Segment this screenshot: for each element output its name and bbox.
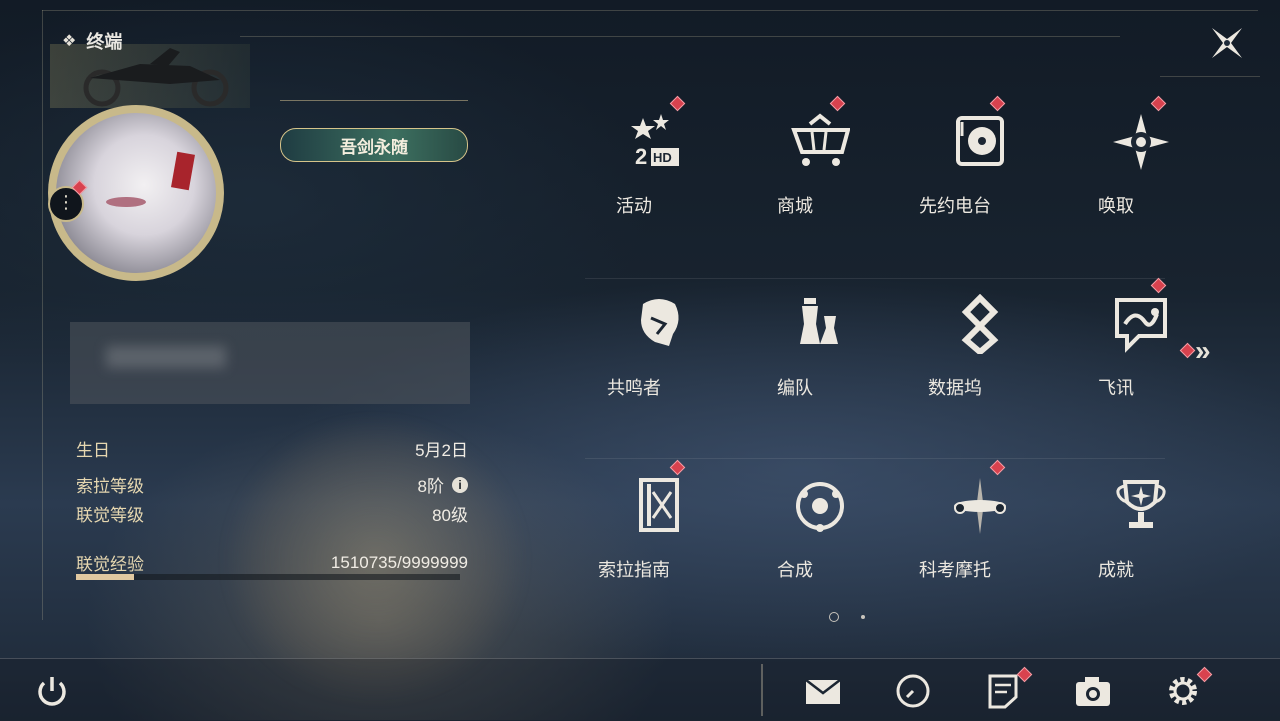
synthesis-icon: [796, 482, 844, 532]
union-exp-bar-fill: [76, 574, 134, 580]
menu-resonators[interactable]: 共鸣者: [584, 274, 734, 424]
activity-icon: 2 HD: [631, 114, 679, 169]
pager-dot-active[interactable]: [829, 612, 839, 622]
record-player-icon: [956, 116, 1004, 166]
mail-icon[interactable]: [803, 671, 843, 711]
title-badge-label: 吾剑永随: [340, 137, 408, 157]
frame-left: [42, 10, 43, 620]
menu-exploration-bike[interactable]: 科考摩托: [905, 456, 1055, 606]
frame-inner-top: [240, 36, 1120, 37]
union-level-row: 联觉等级 80级: [76, 501, 468, 526]
menu-guidebook[interactable]: 索拉指南: [584, 456, 734, 606]
menu-label: 飞讯: [1098, 378, 1134, 398]
title-badge[interactable]: 吾剑永随: [280, 128, 468, 162]
union-level-label: 联觉等级: [76, 506, 144, 525]
union-level-value: 80级: [432, 506, 468, 525]
page-title: 终端: [86, 32, 123, 52]
menu-team[interactable]: 编队: [745, 274, 895, 424]
camera-icon[interactable]: [1073, 671, 1113, 711]
sola-level-label: 索拉等级: [76, 477, 144, 496]
menu-data-bank[interactable]: 数据坞: [905, 274, 1055, 424]
menu-label: 科考摩托: [919, 560, 991, 580]
menu-label: 数据坞: [928, 378, 982, 398]
power-icon[interactable]: [32, 671, 72, 711]
menu-label: 编队: [777, 378, 813, 398]
convene-compass-icon: [1113, 114, 1169, 170]
menu-label: 商城: [777, 196, 813, 216]
chess-pieces-icon: [800, 298, 838, 344]
next-page-arrow-icon[interactable]: »: [1195, 335, 1210, 367]
guidebook-icon: [639, 478, 679, 532]
svg-text:2: 2: [635, 144, 647, 169]
signature-placeholder: [106, 346, 226, 368]
close-icon[interactable]: [1208, 24, 1246, 62]
signature-box[interactable]: [70, 322, 470, 404]
menu-activities[interactable]: 2 HD 活动: [584, 92, 734, 242]
menu-shop[interactable]: 商城: [745, 92, 895, 242]
pager-dot[interactable]: [861, 615, 865, 619]
menu-convene[interactable]: 唤取: [1066, 92, 1216, 242]
bottom-separator: [761, 664, 763, 716]
trophy-icon: [1116, 480, 1166, 528]
menu-synthesis[interactable]: 合成: [745, 456, 895, 606]
data-bank-icon: [961, 294, 999, 354]
chat-bubble-icon: [1115, 298, 1167, 353]
birthday-value: 5月2日: [415, 441, 468, 460]
notes-icon[interactable]: [983, 671, 1023, 711]
menu-radio[interactable]: 先约电台: [905, 92, 1055, 242]
sola-level-row: 索拉等级 8阶 i: [76, 472, 468, 497]
motorbike-icon: [954, 478, 1006, 534]
menu-label: 先约电台: [919, 196, 991, 216]
union-exp-bar: [76, 574, 460, 580]
union-exp-label: 联觉经验: [76, 555, 144, 574]
birthday-row: 生日 5月2日: [76, 436, 468, 461]
menu-achievements[interactable]: 成就: [1066, 456, 1216, 606]
birthday-label: 生日: [76, 441, 110, 460]
page-header: ❖ 终端: [62, 28, 122, 54]
union-exp-row: 联觉经验 1510735/9999999: [76, 550, 468, 575]
divider: [280, 100, 468, 101]
union-exp-value: 1510735/9999999: [330, 552, 468, 572]
menu-label: 活动: [616, 196, 652, 216]
terminal-icon: ❖: [62, 33, 77, 50]
info-icon[interactable]: i: [452, 476, 468, 493]
svg-text:HD: HD: [653, 150, 672, 165]
frame-top: [42, 10, 1258, 11]
gear-icon[interactable]: [1163, 671, 1203, 711]
menu-label: 索拉指南: [598, 560, 670, 580]
clock-icon[interactable]: [893, 671, 933, 711]
avatar-eye: [106, 197, 146, 207]
resonator-head-icon: [641, 299, 679, 346]
menu-label: 共鸣者: [607, 378, 661, 398]
frame-right-notch: [1160, 76, 1260, 77]
menu-label: 成就: [1098, 560, 1134, 580]
menu-label: 合成: [777, 560, 813, 580]
avatar-ribbon: [171, 151, 195, 191]
menu-label: 唤取: [1098, 196, 1134, 216]
sola-level-value: 8阶: [417, 477, 444, 496]
shop-cart-icon: [791, 113, 850, 166]
